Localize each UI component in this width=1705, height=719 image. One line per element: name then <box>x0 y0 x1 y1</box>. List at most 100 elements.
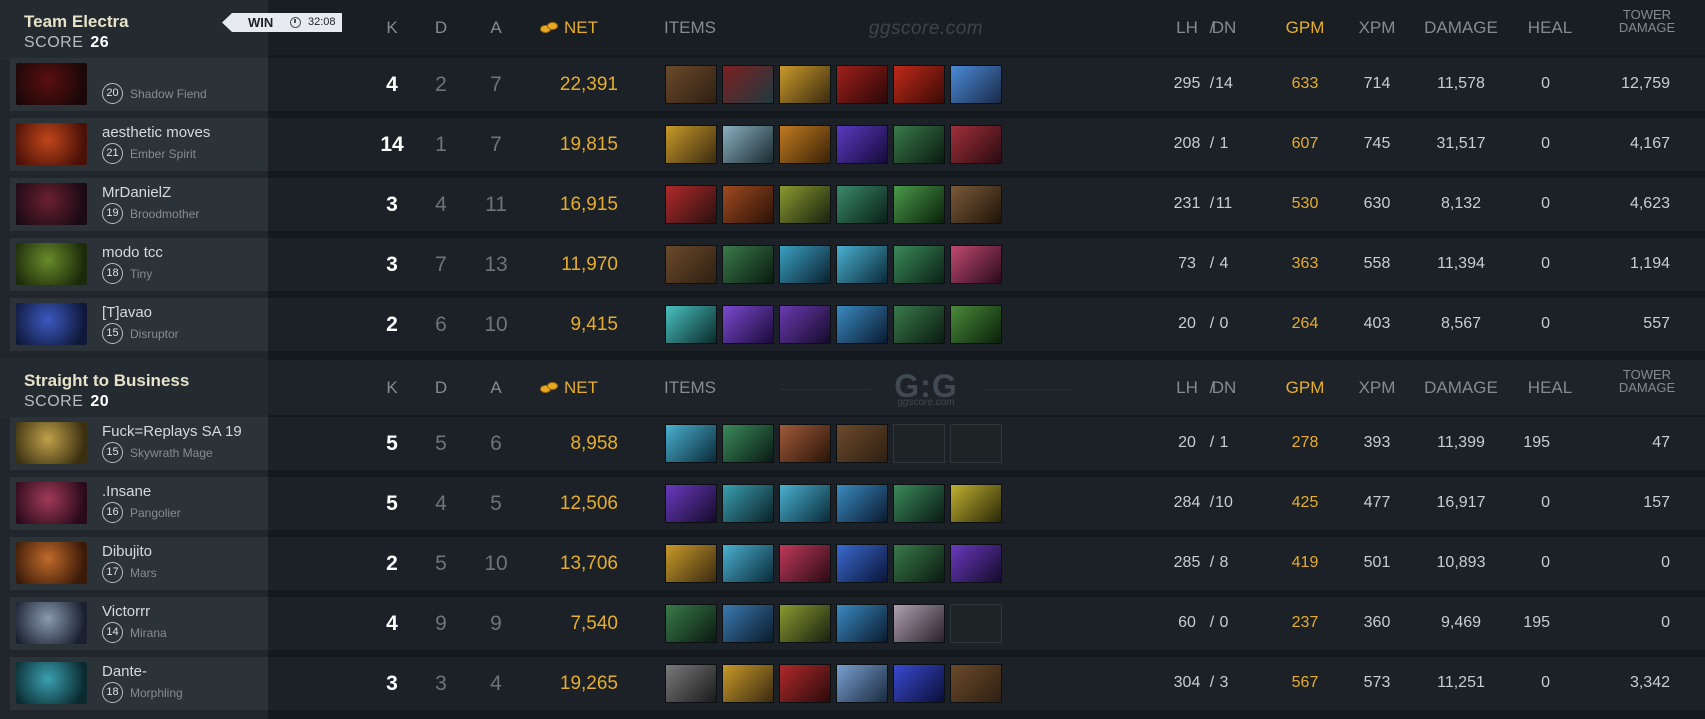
item-icon[interactable] <box>722 664 774 703</box>
item-icon[interactable] <box>665 424 717 463</box>
item-icon[interactable] <box>665 305 717 344</box>
item-icon[interactable] <box>722 604 774 643</box>
item-icon[interactable] <box>893 664 945 703</box>
player-name[interactable]: [T]avao <box>102 304 152 321</box>
tower-damage-value: 4,167 <box>1629 135 1670 152</box>
player-cell[interactable]: Victorrr 14 Mirana <box>10 597 268 650</box>
player-cell[interactable]: MrDanielZ 19 Broodmother <box>10 178 268 231</box>
denies-value: 11 <box>1215 195 1233 212</box>
item-icon[interactable] <box>950 245 1002 284</box>
deaths-value: 4 <box>435 492 447 515</box>
item-icon[interactable] <box>779 245 831 284</box>
item-icon[interactable] <box>836 305 888 344</box>
item-icon[interactable] <box>893 484 945 523</box>
player-name[interactable]: .Insane <box>102 483 151 500</box>
hero-portrait[interactable] <box>16 243 87 285</box>
item-icon[interactable] <box>665 664 717 703</box>
item-icon[interactable] <box>722 185 774 224</box>
lh-dn-separator: / <box>1209 315 1215 332</box>
item-icon[interactable] <box>836 125 888 164</box>
item-icon[interactable] <box>722 245 774 284</box>
item-icon[interactable] <box>836 245 888 284</box>
assists-value: 11 <box>485 193 507 216</box>
hero-level-badge: 15 <box>102 323 123 344</box>
item-icon[interactable] <box>836 544 888 583</box>
item-icon[interactable] <box>950 185 1002 224</box>
item-icon[interactable] <box>665 185 717 224</box>
item-icon[interactable] <box>950 544 1002 583</box>
hero-level-badge: 19 <box>102 203 123 224</box>
player-name[interactable]: modo tcc <box>102 244 163 261</box>
item-icon[interactable] <box>722 484 774 523</box>
player-name[interactable]: Dibujito <box>102 543 152 560</box>
player-cell[interactable]: aesthetic moves 21 Ember Spirit <box>10 118 268 171</box>
item-icon[interactable] <box>779 664 831 703</box>
item-icon[interactable] <box>665 65 717 104</box>
last-hits-value: 295 <box>1173 75 1201 92</box>
hero-portrait[interactable] <box>16 303 87 345</box>
column-header-lh: LH <box>1176 378 1198 397</box>
hero-portrait[interactable] <box>16 183 87 225</box>
item-icon[interactable] <box>893 65 945 104</box>
item-icon[interactable] <box>950 484 1002 523</box>
item-icon[interactable] <box>722 544 774 583</box>
player-name[interactable]: aesthetic moves <box>102 124 210 141</box>
item-icon[interactable] <box>950 65 1002 104</box>
player-name[interactable]: Dante- <box>102 663 147 680</box>
item-icon[interactable] <box>836 65 888 104</box>
item-icon[interactable] <box>836 424 888 463</box>
item-icon[interactable] <box>779 125 831 164</box>
item-icon[interactable] <box>893 305 945 344</box>
hero-portrait[interactable] <box>16 662 87 704</box>
player-cell[interactable]: [T]avao 15 Disruptor <box>10 298 268 351</box>
item-icon[interactable] <box>779 185 831 224</box>
item-icon[interactable] <box>950 125 1002 164</box>
item-icon[interactable] <box>893 544 945 583</box>
item-icon[interactable] <box>779 65 831 104</box>
item-icon[interactable] <box>722 424 774 463</box>
player-cell[interactable]: Dante- 18 Morphling <box>10 657 268 710</box>
item-icon[interactable] <box>722 65 774 104</box>
item-icon[interactable] <box>893 245 945 284</box>
item-icon[interactable] <box>836 664 888 703</box>
item-icon[interactable] <box>836 484 888 523</box>
tower-damage-value: 1,194 <box>1629 255 1670 272</box>
item-icon[interactable] <box>836 604 888 643</box>
item-icon[interactable] <box>950 664 1002 703</box>
item-icon[interactable] <box>779 604 831 643</box>
hero-portrait[interactable] <box>16 482 87 524</box>
item-icon[interactable] <box>779 484 831 523</box>
item-icon[interactable] <box>722 305 774 344</box>
team-header: Straight to Business SCORE 20 <box>0 359 268 419</box>
player-cell[interactable]: Dibujito 17 Mars <box>10 537 268 590</box>
player-cell[interactable]: 20 Shadow Fiend <box>10 58 268 111</box>
item-icon[interactable] <box>779 544 831 583</box>
item-icon[interactable] <box>665 604 717 643</box>
denies-value: 10 <box>1215 494 1233 511</box>
item-icon[interactable] <box>893 604 945 643</box>
item-icon[interactable] <box>779 424 831 463</box>
item-icon[interactable] <box>722 125 774 164</box>
player-name[interactable]: Victorrr <box>102 603 150 620</box>
item-icon[interactable] <box>836 185 888 224</box>
item-icon[interactable] <box>665 245 717 284</box>
item-icon[interactable] <box>665 544 717 583</box>
item-icon[interactable] <box>779 305 831 344</box>
item-icon[interactable] <box>665 484 717 523</box>
item-icon[interactable] <box>665 125 717 164</box>
hero-portrait[interactable] <box>16 422 87 464</box>
player-cell[interactable]: Fuck=Replays SA 19 15 Skywrath Mage <box>10 417 268 470</box>
player-name[interactable]: MrDanielZ <box>102 184 171 201</box>
item-icon[interactable] <box>893 125 945 164</box>
hero-portrait[interactable] <box>16 602 87 644</box>
gpm-value: 278 <box>1291 434 1319 451</box>
player-cell[interactable]: modo tcc 18 Tiny <box>10 238 268 291</box>
player-name[interactable]: Fuck=Replays SA 19 <box>102 423 242 440</box>
hero-portrait[interactable] <box>16 542 87 584</box>
item-icon[interactable] <box>950 305 1002 344</box>
player-cell[interactable]: .Insane 16 Pangolier <box>10 477 268 530</box>
assists-value: 10 <box>484 313 508 336</box>
item-icon[interactable] <box>893 185 945 224</box>
hero-portrait[interactable] <box>16 63 87 105</box>
hero-portrait[interactable] <box>16 123 87 165</box>
